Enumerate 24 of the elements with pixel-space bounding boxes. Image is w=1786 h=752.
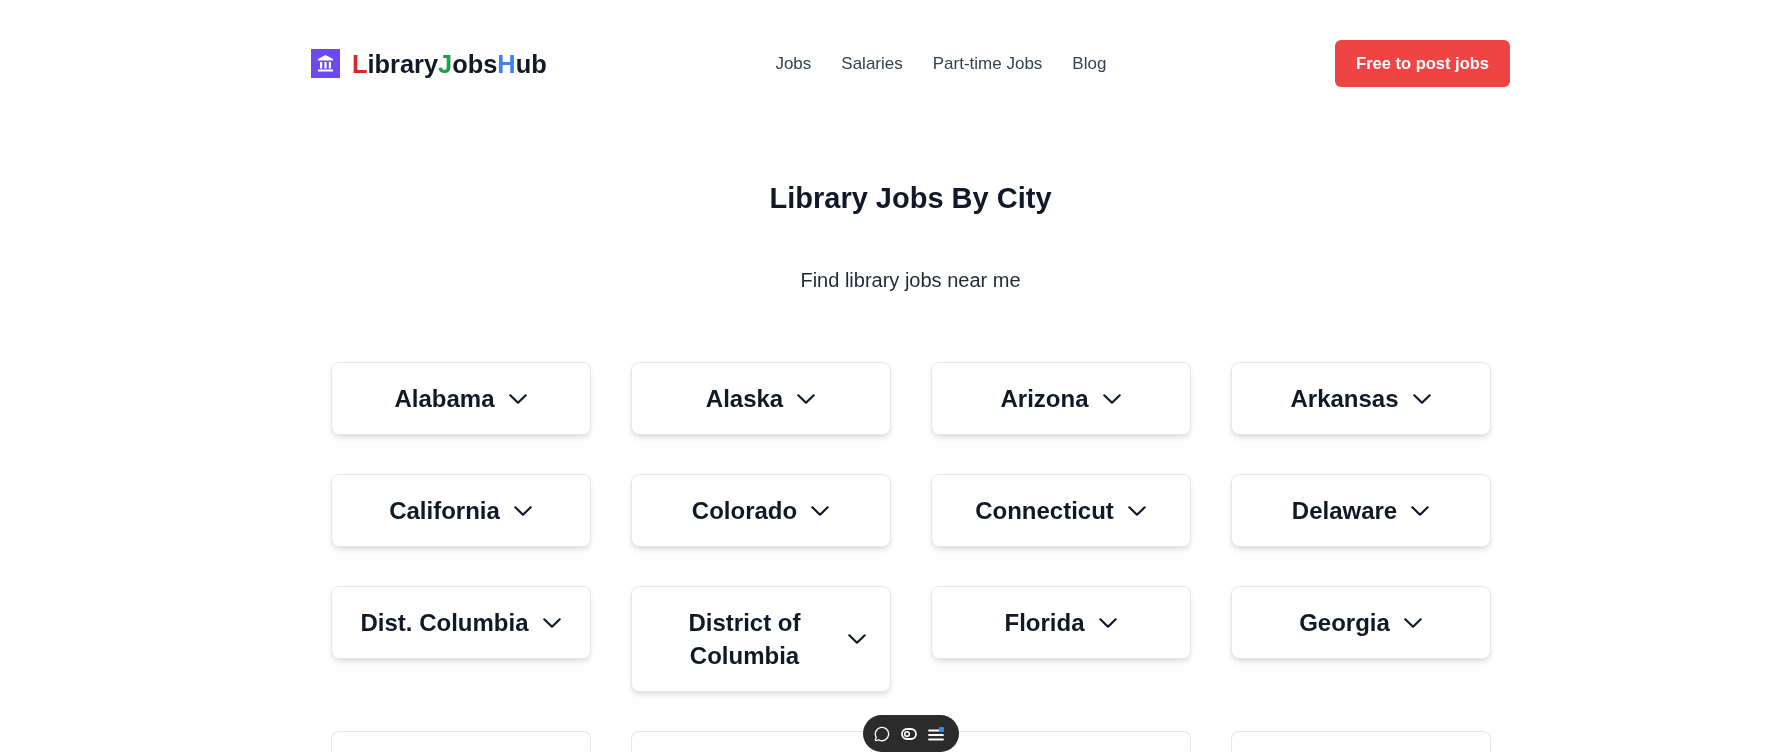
logo-icon (311, 49, 340, 78)
state-dropdown-button[interactable]: Arkansas (1230, 362, 1491, 435)
logo-text[interactable]: LibraryJobsHub (352, 48, 547, 79)
state-dropdown-button[interactable]: Delaware (1230, 474, 1491, 547)
nav-link[interactable]: Part-time Jobs (932, 51, 1043, 76)
state-dropdown-button[interactable]: Dist. Columbia (330, 586, 591, 659)
toggle-icon[interactable] (901, 727, 917, 740)
nav-link[interactable]: Salaries (841, 51, 903, 76)
page-title: Library Jobs By City (769, 181, 1052, 216)
state-dropdown-button[interactable]: Connecticut (930, 474, 1191, 547)
nav-link[interactable]: Jobs (775, 51, 812, 76)
state-dropdown-button[interactable]: Florida (930, 586, 1191, 659)
state-dropdown-button[interactable]: Alabama (330, 362, 591, 435)
page-subtitle: Find library jobs near me (800, 268, 1021, 293)
state-dropdown-button[interactable]: California (330, 474, 591, 547)
state-dropdown-button[interactable]: District of Columbia (630, 586, 891, 692)
menu-icon[interactable] (928, 728, 944, 741)
post-jobs-button[interactable]: Free to post jobs (1335, 40, 1510, 87)
state-dropdown-button[interactable]: Georgia (1230, 586, 1491, 659)
nav-link[interactable]: Blog (1072, 51, 1107, 76)
state-dropdown-button[interactable]: Arizona (930, 362, 1191, 435)
speech-bubble-icon[interactable] (874, 725, 890, 742)
state-dropdown-button[interactable]: Alaska (630, 362, 891, 435)
state-dropdown-button[interactable]: Colorado (630, 474, 891, 547)
